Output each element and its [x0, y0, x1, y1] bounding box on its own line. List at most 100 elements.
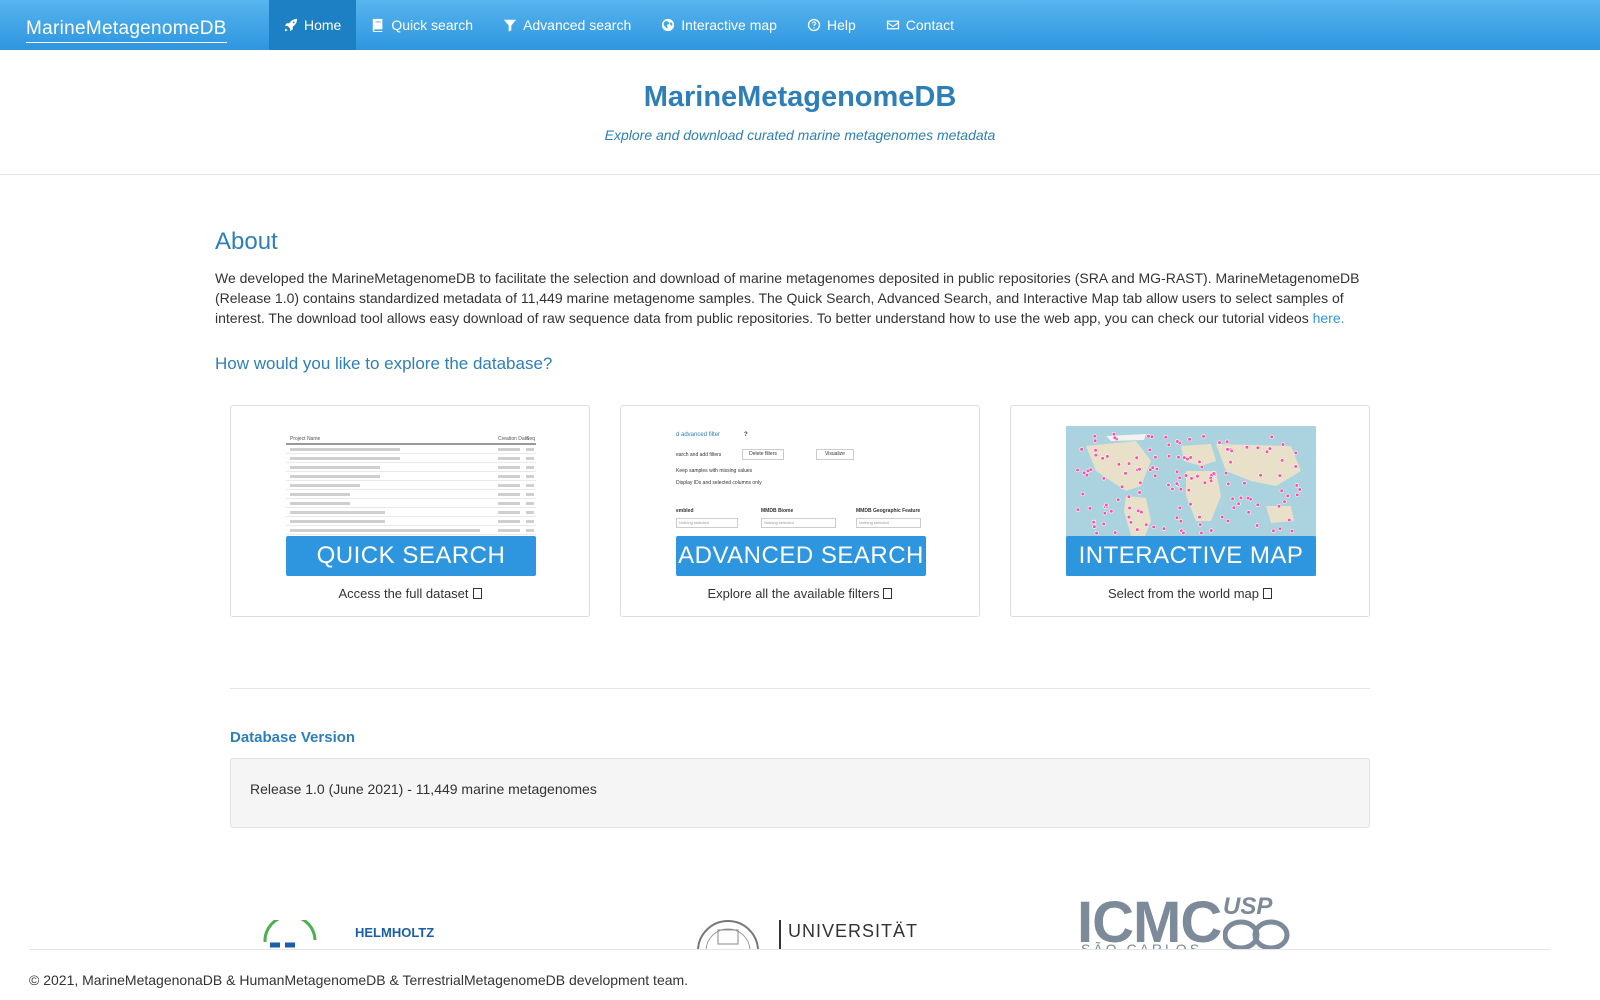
map-pin — [1223, 470, 1229, 476]
map-pin — [1187, 437, 1192, 442]
map-pin — [1228, 459, 1233, 465]
university-logo[interactable]: UNIVERSITÄT — [690, 918, 920, 949]
table-row — [286, 499, 536, 508]
preview-table-header: Project Name Creation Date Seq — [286, 436, 536, 445]
map-pin — [1183, 473, 1188, 478]
map-pin — [1246, 510, 1251, 515]
interactive-map-card[interactable]: INTERACTIVE MAP Select from the world ma… — [1010, 405, 1370, 617]
map-pin — [1123, 471, 1128, 476]
nav-interactive-map[interactable]: Interactive map — [646, 0, 792, 50]
map-pin — [1144, 522, 1149, 527]
nav-home[interactable]: Home — [269, 0, 357, 50]
map-pin — [1146, 434, 1151, 439]
map-pin — [1079, 447, 1084, 452]
preview-select-c: Nothing selected — [856, 518, 921, 528]
nav-home-label: Home — [304, 17, 342, 33]
external-link-icon — [472, 588, 482, 599]
map-pin — [1174, 515, 1179, 520]
nav-advanced-search[interactable]: Advanced search — [488, 0, 646, 50]
map-pin — [1166, 454, 1172, 459]
map-pin — [1229, 448, 1234, 454]
advanced-search-banner[interactable]: ADVANCED SEARCH — [676, 536, 926, 576]
brand-link[interactable]: MarineMetagenomeDB — [26, 18, 227, 43]
book-icon — [373, 18, 383, 32]
map-pin — [1175, 439, 1180, 444]
nav-menu: Home Quick search Advanced search Intera… — [269, 0, 969, 50]
map-pin — [1116, 497, 1121, 502]
icmc-usp-logo[interactable]: ICMC USP SÃO CARLOS — [1075, 895, 1295, 949]
map-pin — [1231, 505, 1236, 510]
interactive-map-thumbnail[interactable]: INTERACTIVE MAP — [1066, 426, 1316, 576]
helmholtz-logo[interactable]: HELMHOLTZ — [260, 920, 460, 949]
map-pin — [1197, 459, 1202, 465]
map-pin — [1080, 491, 1085, 497]
map-pin — [1209, 478, 1214, 484]
map-pin — [1220, 514, 1225, 520]
nav-advanced-search-label: Advanced search — [523, 17, 632, 33]
preview-col1: Project Name — [290, 436, 321, 442]
map-pin — [1147, 447, 1152, 453]
preview-select-b: Nothing selected — [761, 518, 836, 528]
envelope-icon — [886, 20, 899, 30]
map-pin — [1188, 502, 1193, 507]
map-pin — [1153, 455, 1158, 460]
quick-search-card[interactable]: Project Name Creation Date Seq QUICK SEA… — [230, 405, 590, 617]
map-pin — [1255, 445, 1260, 450]
map-pin — [1276, 504, 1282, 509]
preview-delete-filters: Delete filters — [742, 449, 784, 460]
top-navbar: MarineMetagenomeDB Home Quick search Adv… — [0, 0, 1600, 50]
map-pin — [1189, 476, 1194, 481]
map-pin — [1137, 467, 1142, 472]
map-pin — [1242, 481, 1247, 486]
quick-search-thumbnail[interactable]: Project Name Creation Date Seq QUICK SEA… — [286, 426, 536, 576]
map-pin — [1094, 530, 1099, 536]
map-pin — [1280, 458, 1285, 463]
footer-divider — [29, 949, 1551, 950]
map-pin — [1100, 456, 1105, 461]
preview-help: ? — [744, 432, 748, 438]
map-pin — [1085, 468, 1091, 474]
map-pin — [1174, 481, 1179, 486]
map-pin — [1225, 439, 1230, 444]
advanced-search-thumbnail[interactable]: d advanced filter ? earch and add filter… — [676, 426, 926, 576]
interactive-map-caption-text: Select from the world map — [1107, 586, 1259, 601]
map-pin — [1185, 456, 1190, 462]
advanced-search-card[interactable]: d advanced filter ? earch and add filter… — [620, 405, 980, 617]
interactive-map-banner[interactable]: INTERACTIVE MAP — [1066, 536, 1316, 576]
map-pin — [1092, 524, 1097, 529]
map-pin — [1199, 530, 1204, 536]
map-pin — [1277, 526, 1283, 531]
map-pin — [1267, 446, 1272, 451]
question-icon — [807, 18, 821, 32]
nav-help[interactable]: Help — [792, 0, 871, 50]
map-pin — [1297, 487, 1302, 492]
map-pin — [1082, 470, 1087, 476]
about-text: We developed the MarineMetagenomeDB to f… — [215, 268, 1365, 328]
map-pin — [1137, 490, 1142, 495]
external-link-icon — [883, 588, 893, 599]
map-pin — [1244, 445, 1249, 450]
preview-col3: Seq — [526, 436, 535, 442]
nav-quick-search[interactable]: Quick search — [356, 0, 488, 50]
database-version-box: Release 1.0 (June 2021) - 11,449 marine … — [230, 758, 1370, 828]
map-pin — [1293, 450, 1298, 456]
table-row — [286, 508, 536, 517]
table-row — [286, 490, 536, 499]
map-pin — [1245, 495, 1250, 501]
map-pin — [1104, 502, 1109, 507]
advanced-search-caption-text: Explore all the available filters — [707, 586, 880, 601]
nav-contact[interactable]: Contact — [871, 0, 969, 50]
map-pin — [1166, 482, 1171, 488]
quick-search-caption: Access the full dataset — [231, 586, 589, 601]
tutorial-link[interactable]: here. — [1313, 310, 1345, 326]
map-pin — [1287, 517, 1292, 523]
preview-col-a: embled — [676, 508, 694, 514]
map-pin — [1258, 473, 1263, 478]
map-pin — [1264, 449, 1270, 454]
preview-add-filters: earch and add filters — [676, 452, 722, 458]
map-pin — [1153, 473, 1158, 478]
quick-search-banner[interactable]: QUICK SEARCH — [286, 536, 536, 576]
preview-col-b: MMDB Biome — [761, 508, 794, 514]
map-pin — [1112, 435, 1117, 440]
map-pin — [1225, 518, 1230, 524]
